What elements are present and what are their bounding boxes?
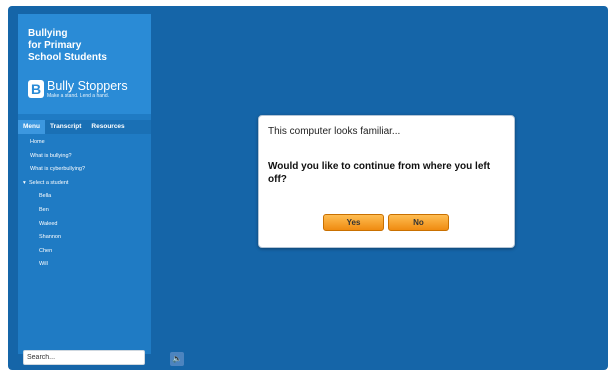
menu-item-ben[interactable]: Ben bbox=[18, 204, 151, 218]
menu-item-bella[interactable]: Bella bbox=[18, 190, 151, 204]
menu-item-waleed[interactable]: Waleed bbox=[18, 218, 151, 232]
brand-name: Bully Stoppers bbox=[47, 78, 128, 93]
brand-mark-icon: B bbox=[28, 80, 44, 98]
sidebar-tabs: Menu Transcript Resources bbox=[18, 120, 151, 134]
yes-button[interactable]: Yes bbox=[323, 214, 384, 231]
course-title-line: School Students bbox=[28, 52, 107, 63]
brand-text: Bully Stoppers Make a stand. Lend a hand… bbox=[47, 78, 128, 99]
menu-item-what-is-bullying[interactable]: What is bullying? bbox=[18, 150, 151, 164]
logo-panel: Bullying for Primary School Students B B… bbox=[18, 14, 151, 114]
tab-menu[interactable]: Menu bbox=[18, 120, 45, 134]
search-input[interactable] bbox=[23, 350, 145, 365]
menu-list: Home What is bullying? What is cyberbull… bbox=[18, 134, 151, 272]
dialog-title: This computer looks familiar... bbox=[268, 126, 401, 137]
tab-transcript[interactable]: Transcript bbox=[45, 120, 86, 134]
resume-dialog: This computer looks familiar... Would yo… bbox=[258, 115, 515, 248]
app-frame: Bullying for Primary School Students B B… bbox=[8, 6, 608, 370]
menu-item-label: Select a student bbox=[29, 179, 69, 186]
menu-item-what-is-cyberbullying[interactable]: What is cyberbullying? bbox=[18, 163, 151, 177]
tab-resources[interactable]: Resources bbox=[86, 120, 129, 134]
menu-item-home[interactable]: Home bbox=[18, 136, 151, 150]
sidebar: Bullying for Primary School Students B B… bbox=[18, 14, 151, 365]
speaker-icon[interactable]: 🔈 bbox=[170, 352, 184, 366]
dialog-question: Would you like to continue from where yo… bbox=[268, 161, 491, 185]
no-button[interactable]: No bbox=[388, 214, 449, 231]
course-title-line: for Primary bbox=[28, 40, 82, 51]
menu-item-shannon[interactable]: Shannon bbox=[18, 231, 151, 245]
course-title: Bullying for Primary School Students bbox=[28, 28, 148, 64]
course-title-line: Bullying bbox=[28, 28, 68, 39]
menu-item-will[interactable]: Will bbox=[18, 258, 151, 272]
bully-stoppers-logo: B Bully Stoppers Make a stand. Lend a ha… bbox=[28, 77, 128, 101]
menu-item-chen[interactable]: Chen bbox=[18, 245, 151, 259]
menu-item-select-a-student[interactable]: ▾ Select a student bbox=[18, 177, 151, 191]
brand-tagline: Make a stand. Lend a hand. bbox=[47, 92, 109, 99]
